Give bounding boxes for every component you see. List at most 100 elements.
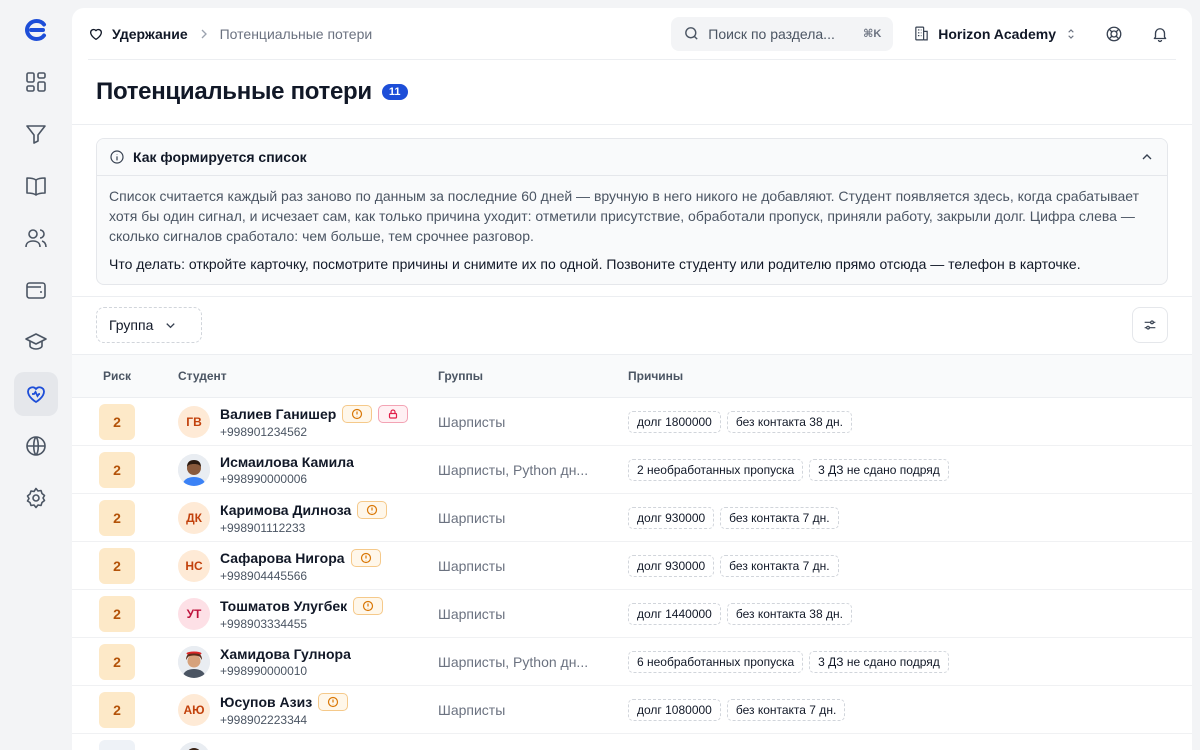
risk-score: 2 [99, 451, 135, 488]
chevron-up-icon[interactable] [1139, 149, 1155, 165]
student-phone[interactable]: +998990000006 [220, 472, 354, 486]
table-row[interactable]: 2 НС Сафарова Нигора +998904445566 Шарписты д… [72, 542, 1192, 590]
page-header: Потенциальные потери 11 [96, 78, 408, 106]
info-panel-header[interactable]: Как формируется список [97, 139, 1167, 176]
header-divider [72, 124, 1192, 125]
info-paragraph: Список считается каждый раз заново по да… [109, 188, 1140, 244]
table-settings-button[interactable] [1132, 307, 1168, 343]
help-lifebuoy-icon[interactable] [1098, 18, 1130, 50]
student-name[interactable]: Сафарова Нигора [220, 550, 345, 566]
reason-chip: без контакта 38 дн. [726, 410, 852, 433]
filter-bar: Группа [96, 307, 1168, 343]
student-cell[interactable]: АЮ Юсупов Азиз +998902223344 [178, 692, 438, 727]
risk-cell [72, 739, 178, 750]
avatar [178, 645, 210, 678]
student-name-line: Сафарова Нигора [220, 548, 381, 567]
student-name[interactable]: Исмаилова Камила [220, 454, 354, 470]
risk-score: 2 [99, 691, 135, 728]
reason-chip: без контакта 7 дн. [720, 506, 839, 529]
student-phone[interactable]: +998901234562 [220, 425, 408, 439]
org-switcher[interactable]: Horizon Academy [907, 25, 1084, 42]
breadcrumb: Удержание Потенциальные потери [88, 26, 372, 42]
risk-score: 2 [99, 499, 135, 536]
reason-chip: без контакта 7 дн. [720, 554, 839, 577]
table-row[interactable]: 2 УТ Тошматов Улугбек +998903334455 Шарписты… [72, 590, 1192, 638]
student-cell[interactable]: ДК Каримова Дилноза +998901112233 [178, 500, 438, 535]
student-cell[interactable]: ГВ Валиев Ганишер +998901234562 [178, 404, 438, 439]
table-row[interactable]: 2 ДК Каримова Дилноза +998901112233 Шарписты… [72, 494, 1192, 542]
nav-funnel-icon[interactable] [14, 112, 58, 156]
risk-cell: 2 [72, 643, 178, 680]
student-name[interactable]: Каримова Дилноза [220, 502, 351, 518]
search-input[interactable]: Поиск по раздела... ⌘K [671, 16, 894, 51]
reasons-cell: 6 необработанных пропуска 3 ДЗ не сдано п… [628, 650, 949, 673]
group-filter-select[interactable]: Группа [96, 307, 202, 343]
student-cell[interactable]: Исмаилова Камила +998990000006 [178, 453, 438, 486]
col-student[interactable]: Студент [178, 369, 438, 383]
info-icon [110, 150, 124, 164]
notifications-bell-icon[interactable] [1144, 18, 1176, 50]
lock-icon [378, 404, 409, 423]
app-logo[interactable] [22, 16, 50, 44]
reason-chip: 3 ДЗ не сдано подряд [809, 650, 949, 673]
nav-globe-icon[interactable] [14, 424, 58, 468]
col-groups[interactable]: Группы [438, 369, 628, 383]
table-row[interactable]: Равшанова Мохи [72, 734, 1192, 750]
nav-book-icon[interactable] [14, 164, 58, 208]
nav-graduation-icon[interactable] [14, 320, 58, 364]
nav-settings-gear-icon[interactable] [14, 476, 58, 520]
student-name-line: Исмаилова Камила [220, 454, 354, 470]
risk-score: 2 [99, 643, 135, 680]
student-cell[interactable]: Равшанова Мохи [178, 741, 438, 750]
nav-dashboard-icon[interactable] [14, 60, 58, 104]
table-body: 2 ГВ Валиев Ганишер +998901234562 Шарписты до… [72, 398, 1192, 750]
student-phone[interactable]: +998901112233 [220, 521, 387, 535]
student-phone[interactable]: +998990000010 [220, 664, 351, 678]
table-row[interactable]: 2 АЮ Юсупов Азиз +998902223344 Шарписты долг … [72, 686, 1192, 734]
table-row[interactable]: 2 ГВ Валиев Ганишер +998901234562 Шарписты до… [72, 398, 1192, 446]
student-name[interactable]: Тошматов Улугбек [220, 598, 347, 614]
table-row[interactable]: 2 Хамидова Гулнора +998990000010 Шарписты, … [72, 638, 1192, 686]
nav-users-icon[interactable] [14, 216, 58, 260]
sliders-icon [1144, 320, 1156, 330]
info-panel: Как формируется список Список считается … [96, 138, 1168, 285]
student-cell[interactable]: НС Сафарова Нигора +998904445566 [178, 548, 438, 583]
reason-chip: долг 1440000 [628, 602, 721, 625]
breadcrumb-section[interactable]: Удержание [112, 26, 188, 42]
count-badge: 11 [381, 84, 408, 100]
student-phone[interactable]: +998904445566 [220, 569, 381, 583]
groups-cell: Шарписты [438, 509, 506, 526]
col-reasons[interactable]: Причины [628, 369, 683, 383]
student-phone[interactable]: +998902223344 [220, 713, 348, 727]
student-name-line: Каримова Дилноза [220, 500, 388, 519]
student-name-line: Валиев Ганишер [220, 404, 409, 423]
groups-cell: Шарписты [438, 605, 506, 622]
student-name-line: Тошматов Улугбек [220, 596, 384, 615]
student-phone[interactable]: +998903334455 [220, 617, 383, 631]
reasons-cell: долг 1080000 без контакта 7 дн. [628, 698, 846, 721]
reasons-cell: долг 1800000 без контакта 38 дн. [628, 410, 852, 433]
chevron-down-icon [166, 322, 176, 328]
reason-chip: без контакта 38 дн. [726, 602, 852, 625]
student-name[interactable]: Юсупов Азиз [220, 694, 312, 710]
search-placeholder: Поиск по раздела... [708, 25, 835, 42]
student-name[interactable]: Валиев Ганишер [220, 406, 336, 422]
col-risk[interactable]: Риск [72, 369, 178, 383]
student-cell[interactable]: Хамидова Гулнора +998990000010 [178, 645, 438, 678]
avatar: ГВ [178, 405, 210, 438]
sidebar [0, 0, 72, 750]
table-row[interactable]: 2 Исмаилова Камила +998990000006 Шарписты, … [72, 446, 1192, 494]
org-name: Horizon Academy [938, 25, 1056, 42]
nav-wallet-icon[interactable] [14, 268, 58, 312]
warning-icon [350, 548, 381, 567]
student-name-line: Юсупов Азиз [220, 692, 349, 711]
risk-cell: 2 [72, 547, 178, 584]
student-name[interactable]: Хамидова Гулнора [220, 646, 351, 662]
nav-retention-heart-icon[interactable] [14, 372, 58, 416]
table-header: Риск Студент Группы Причины [72, 354, 1192, 398]
risk-score: 2 [99, 547, 135, 584]
info-divider [72, 296, 1192, 297]
warning-icon [342, 404, 373, 423]
reason-chip: 3 ДЗ не сдано подряд [809, 458, 949, 481]
student-cell[interactable]: УТ Тошматов Улугбек +998903334455 [178, 596, 438, 631]
